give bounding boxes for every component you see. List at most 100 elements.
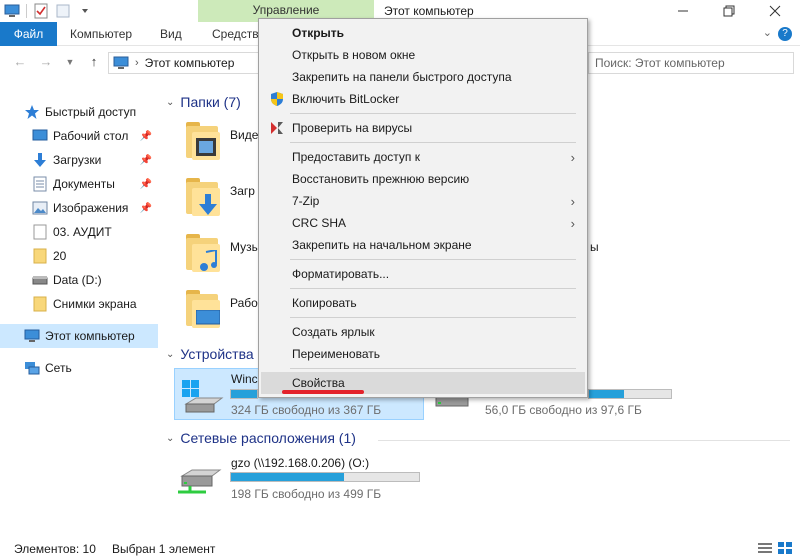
navigation-pane: Быстрый доступ Рабочий стол 📌 Загрузки 📌… (0, 100, 158, 530)
menu-item-format[interactable]: Форматировать... (261, 263, 585, 285)
pin-icon[interactable]: 📌 (140, 155, 152, 166)
menu-item-rename[interactable]: Переименовать (261, 343, 585, 365)
folder-label[interactable]: Загр (230, 184, 255, 198)
computer-address-icon (113, 56, 129, 69)
explorer-window: Управление Этот компьютер Файл Компьютер… (0, 0, 800, 560)
new-folder-icon[interactable] (55, 3, 71, 19)
folder-label[interactable]: Рабо (230, 296, 258, 310)
close-button[interactable] (752, 0, 798, 22)
maximize-button[interactable] (706, 0, 752, 22)
sidebar-item-label: 20 (53, 249, 67, 263)
folder-label[interactable]: Музы (230, 240, 260, 254)
sidebar-item-this-pc[interactable]: Этот компьютер (0, 324, 158, 348)
folder-music-icon[interactable] (182, 234, 222, 274)
menu-item-pin-quick-access[interactable]: Закрепить на панели быстрого доступа (261, 66, 585, 88)
recent-dropdown-icon[interactable]: ▼ (62, 54, 78, 70)
menu-item-label: Открыть (292, 26, 345, 40)
tab-view[interactable]: Вид (148, 22, 194, 46)
quick-access-toolbar (0, 0, 93, 22)
images-icon (32, 200, 48, 216)
qat-dropdown-icon[interactable] (77, 3, 93, 19)
menu-separator (290, 288, 576, 289)
sidebar-item-images[interactable]: Изображения 📌 (0, 196, 158, 220)
sidebar-item-network[interactable]: Сеть (0, 356, 158, 380)
search-input[interactable]: Поиск: Этот компьютер (588, 52, 794, 74)
tab-computer[interactable]: Компьютер (58, 22, 144, 46)
documents-icon (32, 176, 48, 192)
sidebar-item-label: Рабочий стол (53, 129, 129, 143)
drive-name: Winc (231, 372, 258, 386)
menu-item-label: 7-Zip (292, 194, 320, 208)
devices-group-header[interactable]: ⌄ Устройства (166, 346, 254, 362)
context-menu: Открыть Открыть в новом окне Закрепить н… (258, 18, 588, 398)
sidebar-item-20[interactable]: 20 (0, 244, 158, 268)
collapse-chevron-icon[interactable]: ⌄ (166, 349, 174, 360)
windows-drive-icon (178, 376, 226, 416)
menu-item-label: Закрепить на панели быстрого доступа (292, 70, 512, 84)
pin-icon[interactable]: 📌 (140, 203, 152, 214)
menu-item-restore-version[interactable]: Восстановить прежнюю версию (261, 168, 585, 190)
address-chevron-icon[interactable]: › (135, 57, 139, 69)
menu-item-open-new-window[interactable]: Открыть в новом окне (261, 44, 585, 66)
sidebar-item-documents[interactable]: Документы 📌 (0, 172, 158, 196)
menu-item-open[interactable]: Открыть (261, 22, 585, 44)
menu-item-copy[interactable]: Копировать (261, 292, 585, 314)
collapse-chevron-icon[interactable]: ⌄ (166, 433, 174, 444)
annotation-underline (282, 390, 364, 394)
menu-item-bitlocker[interactable]: Включить BitLocker (261, 88, 585, 110)
network-drive-icon[interactable] (176, 462, 224, 502)
folder-video-icon[interactable] (182, 122, 222, 162)
menu-item-pin-start[interactable]: Закрепить на начальном экране (261, 234, 585, 256)
network-group-header[interactable]: ⌄ Сетевые расположения (1) (166, 430, 356, 446)
network-header-text: Сетевые расположения (1) (180, 430, 356, 446)
sidebar-item-label: Быстрый доступ (45, 105, 137, 119)
menu-item-create-shortcut[interactable]: Создать ярлык (261, 321, 585, 343)
network-usage-bar (230, 472, 420, 482)
menu-item-label: CRC SHA (292, 216, 347, 230)
folder-desktop-icon[interactable] (182, 290, 222, 330)
sidebar-item-audit[interactable]: 03. АУДИТ (0, 220, 158, 244)
sidebar-item-label: Документы (53, 177, 115, 191)
menu-item-7zip[interactable]: 7-Zip › (261, 190, 585, 212)
pin-icon[interactable]: 📌 (140, 179, 152, 190)
folder-label-tail: ы (590, 240, 599, 254)
ribbon-expand-icon[interactable]: ⌄ (763, 26, 772, 39)
pin-icon[interactable]: 📌 (140, 131, 152, 142)
tab-file[interactable]: Файл (0, 22, 57, 46)
menu-separator (290, 317, 576, 318)
menu-item-label: Переименовать (292, 347, 380, 361)
sidebar-item-quick-access[interactable]: Быстрый доступ (0, 100, 158, 124)
menu-item-crc-sha[interactable]: CRC SHA › (261, 212, 585, 234)
sidebar-item-downloads[interactable]: Загрузки 📌 (0, 148, 158, 172)
sidebar-item-desktop[interactable]: Рабочий стол 📌 (0, 124, 158, 148)
sidebar-item-data-drive[interactable]: Data (D:) (0, 268, 158, 292)
large-icons-view-icon[interactable] (778, 542, 792, 557)
collapse-chevron-icon[interactable]: ⌄ (166, 97, 174, 108)
sidebar-item-screenshots[interactable]: Снимки экрана (0, 292, 158, 316)
desktop-icon (32, 128, 48, 144)
menu-item-share[interactable]: Предоставить доступ к › (261, 146, 585, 168)
menu-separator (290, 113, 576, 114)
folders-group-header[interactable]: ⌄ Папки (7) (166, 94, 241, 110)
folder-icon (32, 296, 48, 312)
details-view-icon[interactable] (758, 542, 772, 557)
back-arrow-icon[interactable]: ← (12, 54, 28, 70)
group-divider (378, 440, 790, 441)
forward-arrow-icon[interactable]: → (38, 54, 54, 70)
minimize-button[interactable] (660, 0, 706, 22)
menu-item-label: Предоставить доступ к (292, 150, 420, 164)
submenu-arrow-icon: › (570, 193, 575, 209)
sidebar-item-label: 03. АУДИТ (53, 225, 112, 239)
folder-label[interactable]: Виде (230, 128, 258, 142)
properties-check-icon[interactable] (33, 3, 49, 19)
computer-small-icon[interactable] (4, 3, 20, 19)
help-icon[interactable]: ? (778, 27, 792, 41)
drive-c-usage-bar (230, 389, 258, 399)
sidebar-item-label: Снимки экрана (53, 297, 137, 311)
drive-icon (32, 272, 48, 288)
up-arrow-icon[interactable]: ↑ (86, 54, 102, 70)
folder-downloads-icon[interactable] (182, 178, 222, 218)
network-drive-name[interactable]: gzo (\\192.168.0.206) (O:) (231, 456, 369, 470)
menu-item-scan-virus[interactable]: Проверить на вирусы (261, 117, 585, 139)
menu-item-label: Проверить на вирусы (292, 121, 413, 135)
